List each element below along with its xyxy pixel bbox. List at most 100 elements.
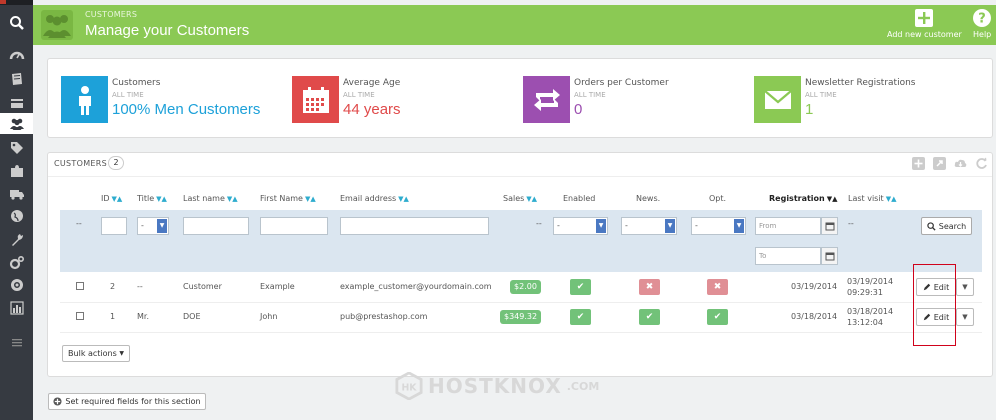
add-icon[interactable] <box>912 157 925 170</box>
column-label: Last name <box>183 194 225 203</box>
filter-title-select[interactable]: - ▼ <box>137 217 169 235</box>
price-rules-icon[interactable] <box>0 137 33 158</box>
kpi-label: Newsletter Registrations <box>805 78 916 88</box>
column-header-registration[interactable]: Registration ▼▲ <box>769 194 838 203</box>
table-row[interactable]: 2 -- Customer Example example_customer@y… <box>60 273 982 303</box>
chevron-down-icon: ▼ <box>665 219 675 233</box>
sort-arrows-icon[interactable]: ▼▲ <box>305 195 316 203</box>
column-header-enabled: Enabled <box>563 194 595 203</box>
row-checkbox[interactable] <box>76 312 84 320</box>
sort-arrows-icon[interactable]: ▼▲ <box>827 195 838 203</box>
localization-icon[interactable] <box>0 205 33 226</box>
filter-email-input[interactable] <box>340 217 489 235</box>
administration-icon[interactable] <box>0 274 33 295</box>
kpi-period: ALL TIME <box>343 91 375 99</box>
cell-id: 2 <box>110 282 116 291</box>
newsletter-check-icon[interactable]: ✔ <box>639 309 660 325</box>
last-visit-time: 13:12:04 <box>847 318 883 327</box>
cell-title: -- <box>137 282 143 291</box>
kpi-value: 44 years <box>343 101 401 118</box>
column-header-email[interactable]: Email address ▼▲ <box>340 194 409 203</box>
cell-id: 1 <box>110 312 116 321</box>
cell-last-name: DOE <box>183 312 201 321</box>
last-visit-time: 09:29:31 <box>847 288 883 297</box>
envelope-icon <box>754 76 801 123</box>
calendar-icon[interactable] <box>821 217 838 235</box>
select-value: - <box>625 221 628 230</box>
last-visit-date: 03/18/2014 <box>847 307 894 316</box>
sidebar <box>0 0 33 420</box>
modules-icon[interactable] <box>0 160 33 181</box>
advanced-parameters-icon[interactable] <box>0 252 33 273</box>
select-value: - <box>557 221 560 230</box>
orders-icon[interactable] <box>0 92 33 113</box>
filter-dashes: -- <box>536 219 542 228</box>
filter-enabled-select[interactable]: - ▼ <box>553 217 608 235</box>
enabled-check-icon[interactable]: ✔ <box>570 309 591 325</box>
filter-registration-from-input[interactable]: From <box>755 217 821 235</box>
kpi-period: ALL TIME <box>574 91 606 99</box>
kpi-average-age: Average Age ALL TIME 44 years <box>292 76 401 124</box>
column-header-first-name[interactable]: First Name ▼▲ <box>260 194 316 203</box>
customers-icon[interactable] <box>0 113 33 134</box>
filter-dashes: -- <box>76 219 82 228</box>
sort-arrows-icon[interactable]: ▼▲ <box>156 195 167 203</box>
help-icon: ? <box>973 9 992 27</box>
column-header-id[interactable]: ID ▼▲ <box>101 194 122 203</box>
search-button[interactable]: Search <box>921 217 972 235</box>
column-header-last-visit[interactable]: Last visit ▼▲ <box>848 194 896 203</box>
calendar-icon[interactable] <box>821 247 838 265</box>
optin-check-icon[interactable]: ✔ <box>707 309 728 325</box>
export-icon[interactable] <box>933 157 946 170</box>
sales-badge: $349.32 <box>500 310 542 324</box>
last-visit-date: 03/19/2014 <box>847 277 894 286</box>
search-icon <box>927 221 936 231</box>
cell-first-name: John <box>260 312 278 321</box>
kpi-value: 0 <box>574 101 583 118</box>
row-actions-dropdown[interactable]: ▼ <box>956 278 974 296</box>
sort-arrows-icon[interactable]: ▼▲ <box>227 195 238 203</box>
sort-arrows-icon[interactable]: ▼▲ <box>112 195 123 203</box>
stats-icon[interactable] <box>0 297 33 318</box>
filter-last-name-input[interactable] <box>183 217 249 235</box>
kpi-period: ALL TIME <box>805 91 837 99</box>
row-checkbox[interactable] <box>76 282 84 290</box>
add-new-customer-button[interactable]: Add new customer <box>887 9 962 39</box>
panel-heading: CUSTOMERS 2 <box>48 153 992 177</box>
catalog-icon[interactable] <box>0 68 33 89</box>
enabled-check-icon[interactable]: ✔ <box>570 279 591 295</box>
dashboard-icon[interactable] <box>0 44 33 65</box>
panel-title: CUSTOMERS <box>54 159 107 168</box>
breadcrumb[interactable]: CUSTOMERS <box>85 10 137 19</box>
search-icon[interactable] <box>0 11 33 35</box>
newsletter-cross-icon[interactable]: ✖ <box>639 279 660 295</box>
preferences-icon[interactable] <box>0 229 33 250</box>
help-label: Help <box>973 30 992 39</box>
set-required-fields-button[interactable]: Set required fields for this section <box>48 393 206 410</box>
help-button[interactable]: ? Help <box>973 9 991 39</box>
filter-newsletter-select[interactable]: - ▼ <box>621 217 677 235</box>
filter-registration-to-input[interactable]: To <box>755 247 821 265</box>
optin-cross-icon[interactable]: ✖ <box>707 279 728 295</box>
filter-optin-select[interactable]: - ▼ <box>691 217 746 235</box>
svg-text:?: ? <box>978 12 986 27</box>
sort-arrows-icon[interactable]: ▼▲ <box>526 195 537 203</box>
shipping-icon[interactable] <box>0 183 33 204</box>
select-value: - <box>695 221 698 230</box>
column-header-last-name[interactable]: Last name ▼▲ <box>183 194 238 203</box>
cell-email: pub@prestashop.com <box>340 312 428 321</box>
column-header-title[interactable]: Title ▼▲ <box>137 194 167 203</box>
bulk-actions-button[interactable]: Bulk actions ▼ <box>62 345 130 362</box>
sort-arrows-icon[interactable]: ▼▲ <box>886 195 897 203</box>
annotation-highlight-box <box>913 264 956 346</box>
filter-id-input[interactable] <box>101 217 127 235</box>
cloud-download-icon[interactable] <box>954 157 967 170</box>
sort-arrows-icon[interactable]: ▼▲ <box>398 195 409 203</box>
collapse-icon[interactable] <box>0 331 33 352</box>
row-actions-dropdown[interactable]: ▼ <box>956 308 974 326</box>
filter-dashes: -- <box>848 219 854 228</box>
filter-first-name-input[interactable] <box>260 217 328 235</box>
table-row[interactable]: 1 Mr. DOE John pub@prestashop.com $349.3… <box>60 303 982 333</box>
column-header-sales[interactable]: Sales ▼▲ <box>503 194 537 203</box>
refresh-icon[interactable] <box>975 157 988 170</box>
